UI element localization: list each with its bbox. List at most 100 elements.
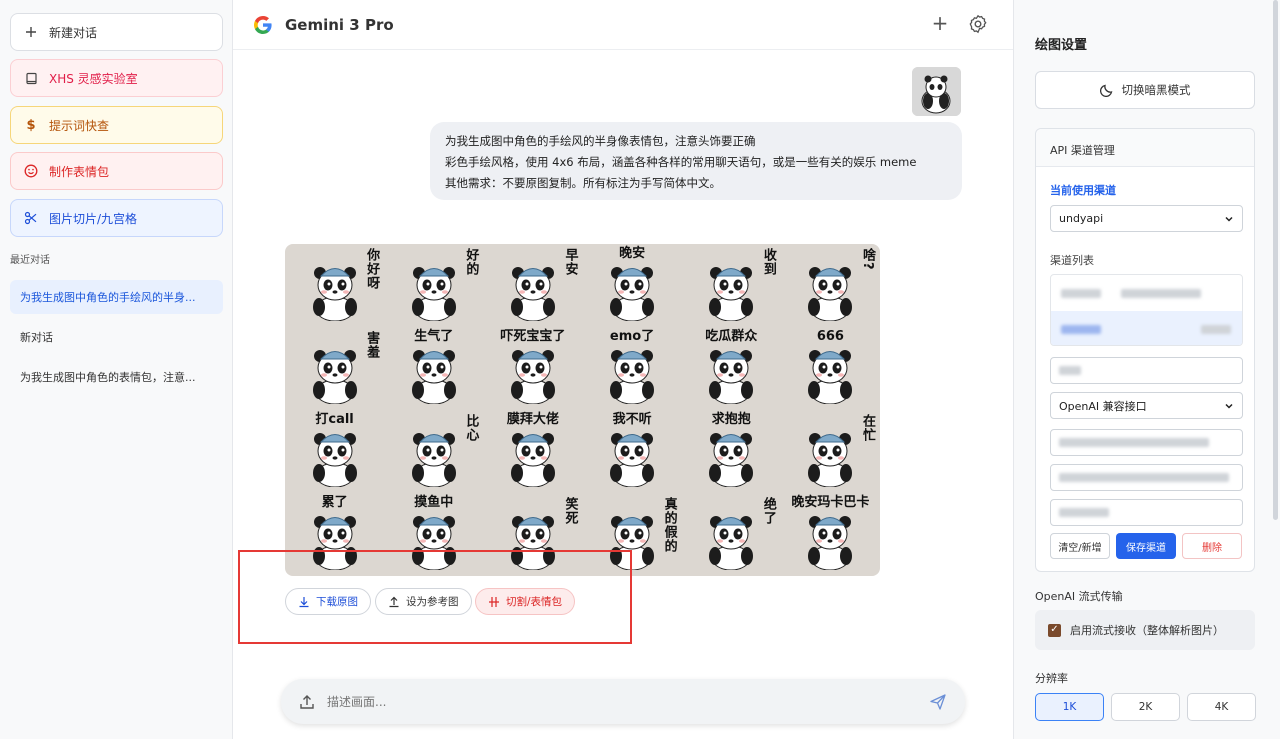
current-channel-select[interactable]: undyapi <box>1050 205 1243 232</box>
stream-toggle-row: ✓ 启用流式接收（整体解析图片） <box>1035 610 1255 650</box>
user-message-line: 为我生成图中角色的手绘风的半身像表情包，注意头饰要正确 <box>445 134 756 148</box>
history-item[interactable]: 为我生成图中角色的表情包，注意... <box>10 360 223 394</box>
panda-illustration <box>610 267 655 322</box>
sticker-caption: 求抱抱 <box>711 412 751 427</box>
dark-mode-button[interactable]: 切换暗黑模式 <box>1035 71 1255 109</box>
sticker-caption: 收到 <box>760 248 776 276</box>
delete-channel-button[interactable]: 删除 <box>1182 533 1242 559</box>
scissors-icon <box>23 210 39 226</box>
sticker-caption: 比心 <box>463 414 479 442</box>
sticker-caption: 摸鱼中 <box>414 495 454 510</box>
highlight-box <box>238 550 632 644</box>
sticker-cell: 绝了 <box>682 493 781 576</box>
make-sticker-button[interactable]: 制作表情包 <box>10 152 223 190</box>
google-logo-icon <box>254 16 272 34</box>
xhs-lab-button[interactable]: XHS 灵感实验室 <box>10 59 223 97</box>
new-chat-label: 新建对话 <box>49 25 98 40</box>
clear-new-button[interactable]: 清空/新增 <box>1050 533 1110 559</box>
user-avatar <box>912 67 961 116</box>
sticker-caption: 笑死 <box>562 497 578 525</box>
panel-scrollbar[interactable] <box>1273 0 1278 520</box>
sticker-caption: 早安 <box>562 248 578 276</box>
channel-list-label: 渠道列表 <box>1050 254 1094 267</box>
panda-illustration <box>808 267 853 322</box>
dark-mode-label: 切换暗黑模式 <box>1121 83 1191 97</box>
sticker-caption: 绝了 <box>760 497 776 525</box>
chevron-down-icon <box>1225 216 1233 222</box>
sticker-cell: 早安 <box>483 244 582 327</box>
top-bar: Gemini 3 Pro + <box>233 0 1013 50</box>
panda-illustration <box>808 433 853 488</box>
new-chat-plus-icon[interactable]: + <box>930 13 950 33</box>
api-section-title: API 渠道管理 <box>1036 129 1254 167</box>
smile-icon <box>23 163 39 179</box>
current-channel-label: 当前使用渠道 <box>1050 184 1116 197</box>
gear-icon[interactable] <box>968 14 988 34</box>
model-name-field[interactable] <box>1050 499 1243 526</box>
prompt-lookup-button[interactable]: $ 提示词快查 <box>10 106 223 144</box>
save-channel-button[interactable]: 保存渠道 <box>1116 533 1176 559</box>
recent-chats-heading: 最近对话 <box>10 255 50 266</box>
upload-image-icon[interactable] <box>299 694 315 710</box>
resolution-2k-button[interactable]: 2K <box>1111 693 1180 721</box>
panda-illustration <box>709 350 754 405</box>
model-name: Gemini 3 Pro <box>285 16 394 34</box>
image-slice-label: 图片切片/九宫格 <box>49 211 138 226</box>
prompt-lookup-label: 提示词快查 <box>49 118 110 133</box>
send-icon[interactable] <box>929 693 947 711</box>
channel-list <box>1050 274 1243 346</box>
sticker-cell: 膜拜大佬 <box>483 410 582 493</box>
panda-illustration <box>808 516 853 571</box>
user-message-line: 其他需求：不要原图复制。所有标注为手写简体中文。 <box>445 176 721 190</box>
sticker-cell: 害羞 <box>285 327 384 410</box>
sticker-cell: emo了 <box>582 327 681 410</box>
stream-checkbox-label[interactable]: 启用流式接收（整体解析图片） <box>1070 622 1224 638</box>
user-message-bubble: 为我生成图中角色的手绘风的半身像表情包，注意头饰要正确 彩色手绘风格，使用 4x… <box>430 122 962 200</box>
sticker-caption: 吓死宝宝了 <box>500 329 566 344</box>
sticker-caption: 害羞 <box>364 331 380 359</box>
panda-illustration <box>411 350 456 405</box>
api-type-select[interactable]: OpenAI 兼容接口 <box>1050 392 1243 419</box>
panda-illustration <box>312 433 357 488</box>
channel-list-item[interactable] <box>1051 311 1242 345</box>
api-channel-panel: API 渠道管理 当前使用渠道 undyapi 渠道列表 OpenAI 兼容接口… <box>1035 128 1255 572</box>
stream-checkbox[interactable]: ✓ <box>1048 623 1061 637</box>
settings-panel: 绘图设置 切换暗黑模式 API 渠道管理 当前使用渠道 undyapi 渠道列表… <box>1013 0 1280 739</box>
stream-section-label: OpenAI 流式传输 <box>1035 590 1123 603</box>
panda-illustration <box>510 350 555 405</box>
resolution-4k-button[interactable]: 4K <box>1187 693 1256 721</box>
image-slice-button[interactable]: 图片切片/九宫格 <box>10 199 223 237</box>
panda-illustration <box>510 267 555 322</box>
api-url-field[interactable] <box>1050 429 1243 456</box>
chat-main: Gemini 3 Pro + 为我生成图中角色的手绘风的半身像表情包，注意头饰要… <box>233 0 1013 739</box>
sticker-cell: 晚安玛卡巴卡 <box>781 493 880 576</box>
channel-name-field[interactable] <box>1050 357 1243 384</box>
generated-sticker-sheet[interactable]: 你好呀 好的 早安 晚安 收到 啥? 害羞 生气了 吓死宝宝了 emo了 吃瓜群众 666 打call 比… <box>285 244 880 576</box>
sticker-cell: 你好呀 <box>285 244 384 327</box>
sticker-caption: 好的 <box>463 248 479 276</box>
sticker-caption: 生气了 <box>414 329 454 344</box>
panda-illustration <box>709 433 754 488</box>
panda-illustration <box>709 516 754 571</box>
sticker-caption: 晚安 <box>619 246 646 261</box>
sticker-cell: 求抱抱 <box>682 410 781 493</box>
new-chat-button[interactable]: 新建对话 <box>10 13 223 51</box>
resolution-1k-button[interactable]: 1K <box>1035 693 1104 721</box>
history-item[interactable]: 为我生成图中角色的手绘风的半身... <box>10 280 223 314</box>
sticker-caption: 真的假的 <box>661 497 677 553</box>
panda-illustration <box>411 433 456 488</box>
prompt-input[interactable] <box>327 694 929 709</box>
sticker-caption: 在忙 <box>859 414 875 442</box>
channel-list-item[interactable] <box>1051 275 1242 311</box>
api-key-field[interactable] <box>1050 464 1243 491</box>
sticker-cell: 生气了 <box>384 327 483 410</box>
panda-illustration <box>808 350 853 405</box>
sticker-caption: 啥? <box>859 248 875 271</box>
user-message-line: 彩色手绘风格，使用 4x6 布局，涵盖各种各样的常用聊天语句，或是一些有关的娱乐… <box>445 155 917 169</box>
sticker-cell: 好的 <box>384 244 483 327</box>
history-item[interactable]: 新对话 <box>10 320 223 354</box>
panda-illustration <box>312 267 357 322</box>
panda-illustration <box>610 433 655 488</box>
sticker-cell: 啥? <box>781 244 880 327</box>
sticker-cell: 吓死宝宝了 <box>483 327 582 410</box>
